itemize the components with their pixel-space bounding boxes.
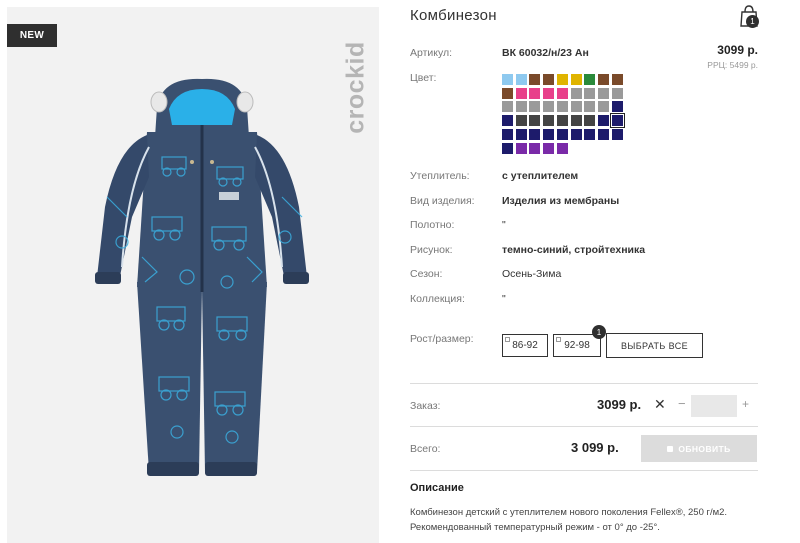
color-swatch[interactable] <box>502 128 513 140</box>
color-swatch[interactable] <box>611 101 623 113</box>
divider <box>410 470 758 471</box>
color-swatch[interactable] <box>502 101 513 113</box>
total-label: Всего: <box>410 443 441 455</box>
color-swatch[interactable] <box>597 87 609 99</box>
attribute-value: " <box>502 293 506 305</box>
color-swatch[interactable] <box>515 128 527 140</box>
update-button-label: ОБНОВИТЬ <box>678 443 731 454</box>
color-swatch[interactable] <box>529 142 541 154</box>
color-swatch[interactable] <box>570 115 582 127</box>
attribute-value: Изделия из мембраны <box>502 195 620 207</box>
color-swatch[interactable] <box>597 115 609 127</box>
color-swatch[interactable] <box>543 142 555 154</box>
product-title: Комбинезон <box>410 7 497 24</box>
color-swatch[interactable] <box>570 87 582 99</box>
attribute-label: Рисунок: <box>410 244 453 256</box>
color-swatch[interactable] <box>502 115 513 127</box>
attribute-label: Коллекция: <box>410 293 465 305</box>
description-title: Описание <box>410 482 464 494</box>
attribute-value: с утеплителем <box>502 170 579 182</box>
color-swatch[interactable] <box>611 74 623 85</box>
new-badge: NEW <box>7 24 57 47</box>
brand-logo-text: crockid <box>341 40 370 134</box>
product-photo <box>95 78 309 476</box>
color-swatch[interactable] <box>543 74 555 85</box>
attribute-label: Вид изделия: <box>410 195 475 207</box>
product-price: 3099 р. <box>717 43 758 57</box>
color-swatch[interactable] <box>556 101 568 113</box>
update-button[interactable]: ОБНОВИТЬ <box>641 435 757 462</box>
product-image-panel[interactable]: NEW crockid <box>7 7 379 543</box>
color-swatch[interactable] <box>502 142 513 154</box>
color-swatch[interactable] <box>515 142 527 154</box>
color-swatch[interactable] <box>570 101 582 113</box>
order-label: Заказ: <box>410 400 441 412</box>
product-details: Комбинезон 1 Артикул: ВК 60032/н/23 Ан 3… <box>410 0 759 543</box>
remove-icon[interactable]: ✕ <box>654 396 666 413</box>
attribute-label: Утеплитель: <box>410 170 470 182</box>
color-swatch[interactable] <box>515 115 527 127</box>
color-swatch[interactable] <box>597 128 609 140</box>
color-swatch[interactable] <box>529 115 541 127</box>
cart-count-badge: 1 <box>746 15 759 28</box>
color-swatch[interactable] <box>570 74 582 85</box>
color-swatch[interactable] <box>556 87 568 99</box>
color-swatch[interactable] <box>515 74 527 85</box>
order-price: 3099 р. <box>597 397 642 412</box>
color-swatch[interactable] <box>556 142 568 154</box>
cart-small-icon <box>667 445 674 452</box>
attribute-value: темно-синий, стройтехника <box>502 244 646 256</box>
color-swatch[interactable] <box>556 128 568 140</box>
attribute-value: Осень-Зима <box>502 268 562 280</box>
color-swatch[interactable] <box>529 74 541 85</box>
color-swatch[interactable] <box>515 87 527 99</box>
total-price: 3 099 р. <box>571 440 619 455</box>
color-swatch[interactable] <box>584 87 596 99</box>
color-swatch[interactable] <box>543 87 555 99</box>
size-count-badge: 1 <box>592 325 606 339</box>
divider <box>410 426 758 427</box>
select-all-button[interactable]: ВЫБРАТЬ ВСЕ <box>606 333 703 358</box>
color-swatch[interactable] <box>584 115 596 127</box>
color-swatch[interactable] <box>515 101 527 113</box>
attribute-label: Сезон: <box>410 268 443 280</box>
size-option-86-92[interactable]: 86-92 <box>502 334 548 357</box>
color-swatch[interactable] <box>543 128 555 140</box>
color-swatch[interactable] <box>543 101 555 113</box>
color-swatch[interactable] <box>584 74 596 85</box>
quantity-input[interactable] <box>691 395 737 417</box>
article-value: ВК 60032/н/23 Ан <box>502 47 589 59</box>
color-swatch[interactable] <box>584 128 596 140</box>
increment-button[interactable]: + <box>742 397 749 411</box>
color-swatch[interactable] <box>543 115 555 127</box>
color-swatch[interactable] <box>597 101 609 113</box>
color-swatch[interactable] <box>570 128 582 140</box>
color-label: Цвет: <box>410 72 437 84</box>
color-swatch[interactable] <box>611 87 623 99</box>
color-swatch[interactable] <box>502 87 513 99</box>
article-label: Артикул: <box>410 47 453 59</box>
color-swatch[interactable] <box>529 128 541 140</box>
description-text: Комбинезон детский с утеплителем нового … <box>410 507 728 533</box>
color-swatch[interactable] <box>609 113 625 129</box>
attribute-label: Полотно: <box>410 219 455 231</box>
color-swatch[interactable] <box>556 115 568 127</box>
brand-logo: crockid <box>339 17 373 157</box>
size-corner-icon <box>556 337 561 342</box>
color-swatch[interactable] <box>529 101 541 113</box>
divider <box>410 383 758 384</box>
color-swatch[interactable] <box>529 87 541 99</box>
color-swatch[interactable] <box>611 128 623 140</box>
attribute-value: " <box>502 219 506 231</box>
color-swatch[interactable] <box>502 74 513 85</box>
color-swatch[interactable] <box>556 74 568 85</box>
decrement-button[interactable]: − <box>678 396 686 411</box>
rrp-price: РРЦ: 5499 р. <box>707 60 758 70</box>
size-corner-icon <box>505 337 510 342</box>
size-label: Рост/размер: <box>410 333 474 345</box>
size-option-label: 86-92 <box>512 340 538 351</box>
size-option-label: 92-98 <box>564 340 590 351</box>
color-swatch[interactable] <box>584 101 596 113</box>
color-swatch[interactable] <box>597 74 609 85</box>
